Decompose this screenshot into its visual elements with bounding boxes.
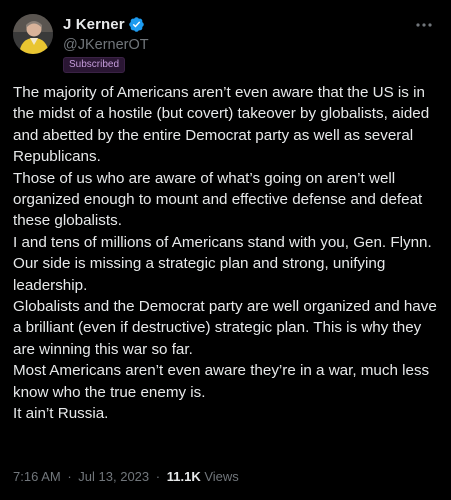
meta-separator: · [155,469,161,484]
tweet-text: The majority of Americans aren’t even aw… [13,82,441,425]
meta-separator: · [67,469,72,484]
author-handle[interactable]: @JKernerOT [63,36,149,54]
tweet-paragraph: It ain’t Russia. [13,405,109,423]
post-date[interactable]: Jul 13, 2023 [78,469,149,484]
tweet-paragraph: Our side is missing a strategic plan and… [13,255,386,294]
tweet-paragraph: Those of us who are aware of what’s goin… [13,169,423,230]
author-block: J Kerner @JKernerOT Subscribed [63,15,149,73]
views-count[interactable]: 11.1K [167,469,201,484]
tweet-meta: 7:16 AM · Jul 13, 2023 · 11.1K Views [13,469,239,484]
tweet-paragraph: Globalists and the Democrat party are we… [13,298,437,358]
tweet-paragraph: Most Americans aren’t even aware they’re… [13,362,430,401]
tweet-paragraph: The majority of Americans aren’t even aw… [13,84,430,166]
verified-badge-icon [128,16,144,32]
author-name-row: J Kerner [63,15,149,33]
avatar-image [13,14,53,54]
author-display-name[interactable]: J Kerner [63,16,125,33]
more-options-icon[interactable] [414,19,434,31]
avatar[interactable] [13,14,53,54]
post-time[interactable]: 7:16 AM [13,469,61,484]
tweet-paragraph: I and tens of millions of Americans stan… [13,233,432,251]
tweet-card: J Kerner @JKernerOT Subscribed The major… [0,0,451,500]
tweet-header: J Kerner @JKernerOT Subscribed [13,13,438,73]
subscribed-badge: Subscribed [63,57,126,73]
views-label: Views [204,469,239,484]
